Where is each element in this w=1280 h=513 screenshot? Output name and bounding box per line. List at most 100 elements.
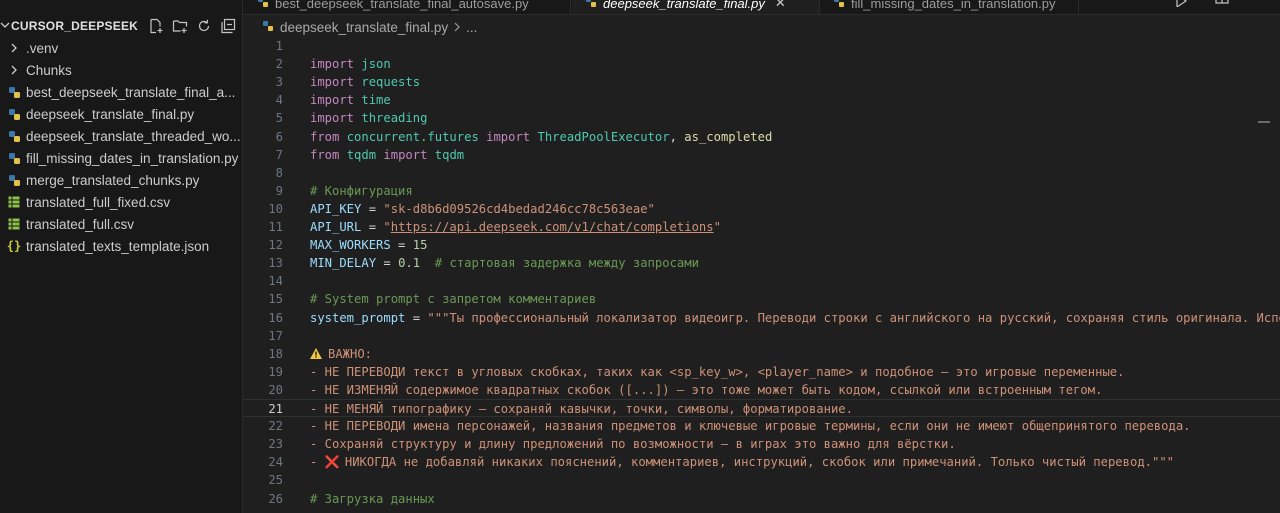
tab-fill-missing-dates[interactable]: fill_missing_dates_in_translation.py [833,0,1056,14]
code-token: import [310,93,355,108]
code-line[interactable]: 10 API_KEY = "sk-d8b6d09526cd4bedad246cc7… [243,200,1280,218]
code-line[interactable]: 12 MAX_WORKERS = 15 [243,236,1280,254]
code-token: tqdm [434,147,465,162]
code-text: from tqdm import tqdm [310,146,464,164]
line-number: 2 [275,57,283,72]
code-text: import threading [310,109,427,127]
code-line[interactable]: 3 import requests [243,73,1280,91]
code-line[interactable]: 8 [243,164,1280,182]
code-line[interactable]: 11 API_URL = "https://api.deepseek.com/v1… [243,218,1280,236]
code-token: - НЕ ИЗМЕНЯЙ содержимое квадратных скобо… [310,382,1103,397]
code-line[interactable]: 21 - НЕ МЕНЯЙ типографику — сохраняй кавы… [243,399,1280,417]
code-line[interactable]: 4 import time [243,91,1280,109]
file-item[interactable]: best_deepseek_translate_final_a... [0,81,243,103]
json-icon: {} [6,239,22,253]
code-token: requests [361,75,421,90]
source-control-icon[interactable] [110,0,124,6]
code-line[interactable]: 22 - НЕ ПЕРЕВОДИ имена персонажей, назван… [243,417,1280,435]
tab-best-deepseek-autosave[interactable]: best_deepseek_translate_final_autosave.p… [257,0,529,14]
code-text: API_URL = "https://api.deepseek.com/v1/c… [310,218,721,236]
code-line[interactable]: 24 - ❌ НИКОГДА не добавляй никаких пояснен… [243,453,1280,471]
code-token: API_KEY [310,201,362,216]
file-label: merge_translated_chunks.py [26,172,200,188]
code-line[interactable]: 7 from tqdm import tqdm [243,146,1280,164]
code-text: import requests [310,73,420,91]
file-label: deepseek_translate_threaded_wo... [26,128,241,144]
file-item[interactable]: translated_full.csv [0,213,243,235]
file-item[interactable]: translated_full_fixed.csv [0,191,243,213]
code-token: "sk-d8b6d09526cd4bedad246cc78c563eae" [383,201,655,216]
code-line[interactable]: 13 MIN_DELAY = 0.1 # стартовая задержка м… [243,254,1280,272]
file-tree: .venv Chunks best_deepseek_translate_final… [0,37,243,257]
code-line[interactable]: 1 [243,37,1280,55]
code-line[interactable]: 23 - Сохраняй структуру и длину предложен… [243,435,1280,453]
code-token: НИКОГДА не добавляй никаких пояснений, к… [344,455,1175,470]
code-line[interactable]: 19 - НЕ ПЕРЕВОДИ текст в угловых скобках,… [243,363,1280,381]
line-number: 10 [268,201,283,216]
code-token: API_URL [310,220,362,234]
files-icon[interactable] [46,0,60,6]
python-icon [7,173,21,187]
line-number: 23 [268,437,283,452]
code-text: - Сохраняй структуру и длину предложений… [310,435,956,453]
code-token: import [383,147,428,162]
code-token: concurrent.futures [346,129,479,144]
code-text: API_KEY = "sk-d8b6d09526cd4bedad246cc78c… [310,200,655,218]
code-line[interactable]: 20 - НЕ ИЗМЕНЯЙ содержимое квадратных ско… [243,381,1280,399]
code-line[interactable]: 14 [243,272,1280,290]
refresh-icon[interactable] [196,18,212,34]
code-token: MIN_DELAY [310,256,377,271]
code-line[interactable]: 9 # Конфигурация [243,182,1280,200]
search-icon[interactable] [78,0,92,6]
code-line[interactable]: 18 ВАЖНО: [243,345,1280,363]
line-number: 26 [268,491,283,506]
code-line[interactable]: 16 system_prompt = """Ты профессиональный… [243,309,1280,327]
code-text: - НЕ ПЕРЕВОДИ имена персонажей, названия… [310,417,1191,435]
file-item[interactable]: fill_missing_dates_in_translation.py [0,147,243,169]
code-line[interactable]: 15 # System prompt с запретом комментарие… [243,290,1280,308]
code-token: """Ты профессиональный локализатор видео… [427,310,1280,325]
code-text: MIN_DELAY = 0.1 # стартовая задержка меж… [310,254,699,272]
code-line[interactable]: 2 import json [243,55,1280,73]
file-item[interactable]: {} translated_texts_template.json [0,235,243,257]
code-token: - НЕ МЕНЯЙ типографику — сохраняй кавычк… [310,402,853,416]
scrollbar-marker[interactable] [1258,121,1270,123]
line-number: 14 [268,274,283,289]
code-line[interactable]: 5 import threading [243,109,1280,127]
run-icon[interactable] [1175,0,1188,12]
split-editor-icon[interactable] [1215,0,1229,12]
breadcrumb-file[interactable]: deepseek_translate_final.py [280,20,448,35]
code-token: = [361,201,384,216]
file-item[interactable]: deepseek_translate_final.py [0,103,243,125]
code-line[interactable]: 17 [243,327,1280,345]
code-editor[interactable]: 1 2 import json 3 import requests 4 import tim… [243,37,1280,513]
code-line[interactable]: 6 from concurrent.futures import ThreadPo… [243,128,1280,146]
new-file-icon[interactable] [148,18,164,34]
collapse-all-icon[interactable] [220,18,236,34]
file-item[interactable]: merge_translated_chunks.py [0,169,243,191]
new-folder-icon[interactable] [172,18,188,34]
file-label: deepseek_translate_final.py [26,106,195,122]
code-token: from [310,147,340,162]
folder-item[interactable]: .venv [0,37,243,59]
line-number: 11 [268,220,283,234]
file-item[interactable]: deepseek_translate_threaded_wo... [0,125,243,147]
tab-deepseek-translate-final[interactable]: deepseek_translate_final.py ✕ [585,0,786,14]
code-token: tqdm [346,147,377,162]
code-line[interactable]: 26 # Загрузка данных [243,490,1280,508]
code-token: json [361,57,391,72]
code-line[interactable]: 25 [243,471,1280,489]
breadcrumb-symbols[interactable]: ... [466,20,477,35]
folder-item[interactable]: Chunks [0,59,243,81]
tab-separator [570,0,571,14]
close-icon[interactable]: ✕ [775,0,786,11]
line-number: 19 [268,364,283,379]
python-icon [257,0,269,11]
python-icon [7,129,21,143]
tab-separator [1078,0,1079,14]
explorer-header[interactable]: CURSOR_DEEPSEEK [0,14,243,38]
csv-icon [7,195,21,209]
